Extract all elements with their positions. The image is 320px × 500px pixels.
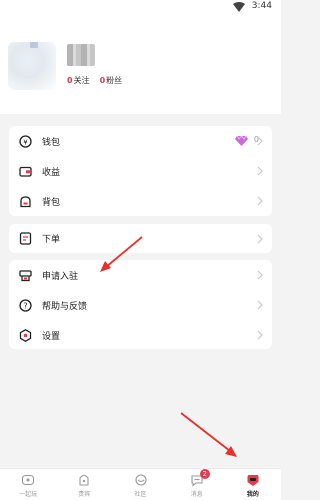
menu-item-label: 帮助与反馈 [42, 301, 88, 312]
chevron-right-icon [257, 196, 263, 206]
menu-item-settings[interactable]: 设置 [9, 320, 272, 350]
community-icon [134, 474, 147, 486]
help-icon: ? [19, 298, 32, 312]
bottom-tab-bar: 一起玩 贵宾 社区 2 消息 我的 [0, 468, 281, 500]
following-label: 关注 [73, 76, 90, 85]
tab-me[interactable]: 我的 [225, 469, 281, 500]
status-bar: 3:44 [0, 0, 281, 14]
chevron-right-icon [257, 270, 263, 280]
menu-item-help[interactable]: ? 帮助与反馈 [9, 290, 272, 320]
svg-text:¥: ¥ [23, 138, 28, 146]
apply-icon [19, 269, 32, 282]
tab-label: 我的 [246, 491, 259, 498]
order-icon [19, 232, 32, 245]
menu-item-wallet[interactable]: ¥ 钱包 0 [9, 126, 272, 156]
vip-icon [79, 474, 89, 486]
follow-stats: 0关注 0粉丝 [67, 75, 132, 86]
message-badge: 2 [199, 469, 210, 479]
tab-label: 社区 [134, 491, 147, 498]
status-time: 3:44 [251, 1, 272, 11]
fans-label: 粉丝 [106, 76, 123, 85]
nickname-blurred[interactable] [67, 44, 95, 66]
avatar-badge-icon [30, 42, 38, 48]
menu-item-backpack[interactable]: 背包 [9, 186, 272, 216]
fans-stat[interactable]: 0粉丝 [100, 76, 123, 85]
menu-item-label: 设置 [42, 331, 61, 342]
chevron-right-icon [257, 300, 263, 310]
avatar[interactable] [8, 42, 56, 90]
following-stat[interactable]: 0关注 [67, 76, 90, 85]
tab-messages[interactable]: 2 消息 [169, 469, 225, 500]
chevron-right-icon [257, 136, 263, 146]
me-icon [247, 475, 259, 486]
menu-item-apply[interactable]: 申请入驻 [9, 260, 272, 290]
tab-play-together[interactable]: 一起玩 [0, 469, 56, 500]
settings-icon [19, 328, 32, 342]
wallet-icon: ¥ [19, 134, 32, 148]
menu-item-label: 收益 [42, 167, 61, 178]
chevron-right-icon [257, 166, 263, 176]
profile-header: 0关注 0粉丝 [0, 14, 281, 114]
backpack-icon [19, 195, 32, 208]
annotation-arrow-me [180, 412, 237, 457]
wifi-icon [233, 2, 245, 12]
gem-icon [235, 135, 248, 146]
tab-vip[interactable]: 贵宾 [56, 469, 112, 500]
tab-community[interactable]: 社区 [112, 469, 168, 500]
menu-item-label: 背包 [42, 197, 61, 208]
earnings-icon [19, 165, 32, 178]
menu-card-account: ¥ 钱包 0 收益 背包 [9, 126, 272, 216]
tab-label: 消息 [190, 491, 203, 498]
menu-card-order: 下单 [9, 224, 272, 253]
fans-count: 0 [99, 76, 106, 85]
menu-item-label: 下单 [42, 235, 61, 245]
play-together-icon [22, 474, 35, 486]
tab-label: 贵宾 [78, 491, 91, 498]
following-count: 0 [67, 76, 73, 85]
chevron-right-icon [257, 330, 263, 340]
menu-item-label: 钱包 [42, 137, 61, 148]
menu-card-more: 申请入驻 ? 帮助与反馈 设置 [9, 260, 272, 349]
menu-item-order[interactable]: 下单 [9, 224, 272, 253]
svg-text:?: ? [24, 301, 28, 310]
tab-label: 一起玩 [19, 491, 38, 498]
chevron-right-icon [257, 234, 263, 244]
menu-item-earnings[interactable]: 收益 [9, 156, 272, 186]
menu-item-label: 申请入驻 [42, 271, 79, 282]
